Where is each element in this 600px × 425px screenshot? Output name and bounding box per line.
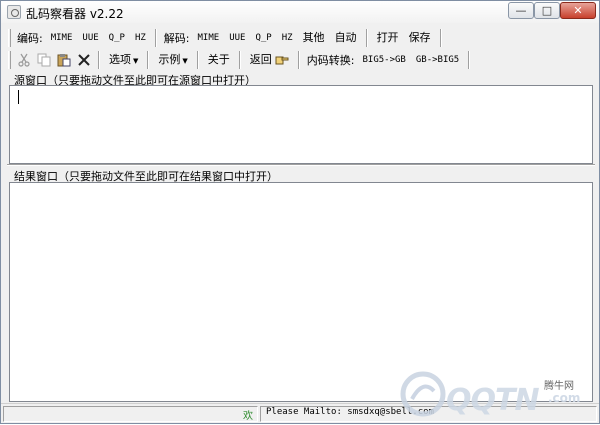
toolbar-separator (147, 51, 150, 69)
toolbar-separator (468, 51, 471, 69)
options-dropdown[interactable]: 选项 ▼ (104, 51, 143, 69)
status-panel-left (3, 406, 258, 422)
encode-decode-toolbar: 编码: MIME UUE Q_P HZ 解码: MIME UUE Q_P HZ … (7, 27, 595, 49)
back-label: 返回 (249, 53, 272, 66)
welcome-text: 欢 (243, 411, 253, 422)
app-icon (7, 5, 21, 19)
open-button[interactable]: 打开 (372, 29, 404, 47)
decode-uue-button[interactable]: UUE (224, 29, 250, 47)
decode-auto-button[interactable]: 自动 (330, 29, 362, 47)
decode-other-button[interactable]: 其他 (298, 29, 330, 47)
pointing-hand-icon (275, 56, 289, 65)
decode-hz-button[interactable]: HZ (277, 29, 298, 47)
toolbar-grip[interactable] (8, 51, 11, 69)
about-button[interactable]: 关于 (203, 51, 235, 69)
back-button[interactable]: 返回 (245, 51, 294, 69)
save-button[interactable]: 保存 (404, 29, 436, 47)
delete-icon[interactable] (74, 51, 94, 69)
toolbar-separator (365, 29, 368, 47)
pane-splitter[interactable] (7, 164, 595, 166)
watermark-logo-icon (400, 371, 446, 417)
minimize-button[interactable]: — (508, 2, 534, 19)
options-label: 选项 (109, 53, 131, 66)
toolbar-separator (439, 29, 442, 47)
encode-hz-button[interactable]: HZ (130, 29, 151, 47)
text-caret (18, 90, 19, 104)
toolbar-grip[interactable] (8, 29, 11, 47)
decode-mime-button[interactable]: MIME (193, 29, 225, 47)
scissors-icon[interactable] (14, 51, 34, 69)
watermark-cn-text: 腾牛网 (544, 381, 574, 392)
examples-label: 示例 (158, 53, 181, 66)
big5-to-gb-button[interactable]: BIG5->GB (358, 51, 411, 69)
paste-icon[interactable] (54, 51, 74, 69)
close-button[interactable]: ✕ (560, 2, 596, 19)
chevron-down-icon: ▼ (133, 57, 139, 65)
window-title: 乱码察看器 v2.22 (26, 7, 124, 21)
convert-label: 内码转换: (306, 54, 355, 67)
watermark-text: QQTN (446, 383, 540, 418)
copy-icon[interactable] (34, 51, 54, 69)
app-window: 乱码察看器 v2.22 — □ ✕ 编码: MIME UUE Q_P HZ 解码… (0, 0, 600, 424)
source-textarea[interactable] (9, 85, 593, 164)
toolbar-separator (98, 51, 100, 69)
encode-label: 编码: (17, 32, 43, 45)
edit-toolbar: 选项 ▼ 示例 ▼ 关于 返回 内码转换: BIG5->GB GB->BIG5 (7, 49, 595, 71)
toolbar-separator (196, 51, 199, 69)
toolbar-separator (154, 29, 157, 47)
decode-qp-button[interactable]: Q_P (250, 29, 276, 47)
title-bar[interactable]: 乱码察看器 v2.22 — □ ✕ (1, 1, 599, 23)
encode-mime-button[interactable]: MIME (46, 29, 78, 47)
encode-uue-button[interactable]: UUE (77, 29, 103, 47)
watermark-suffix: .com (548, 391, 581, 405)
watermark: 腾牛网 QQTN .com (396, 351, 600, 425)
gb-to-big5-button[interactable]: GB->BIG5 (411, 51, 464, 69)
encode-qp-button[interactable]: Q_P (104, 29, 130, 47)
maximize-button[interactable]: □ (534, 2, 560, 19)
decode-label: 解码: (163, 32, 190, 45)
toolbar-separator (238, 51, 241, 69)
chevron-down-icon: ▼ (182, 57, 188, 65)
examples-dropdown[interactable]: 示例 ▼ (153, 51, 192, 69)
toolbar-separator (297, 51, 300, 69)
